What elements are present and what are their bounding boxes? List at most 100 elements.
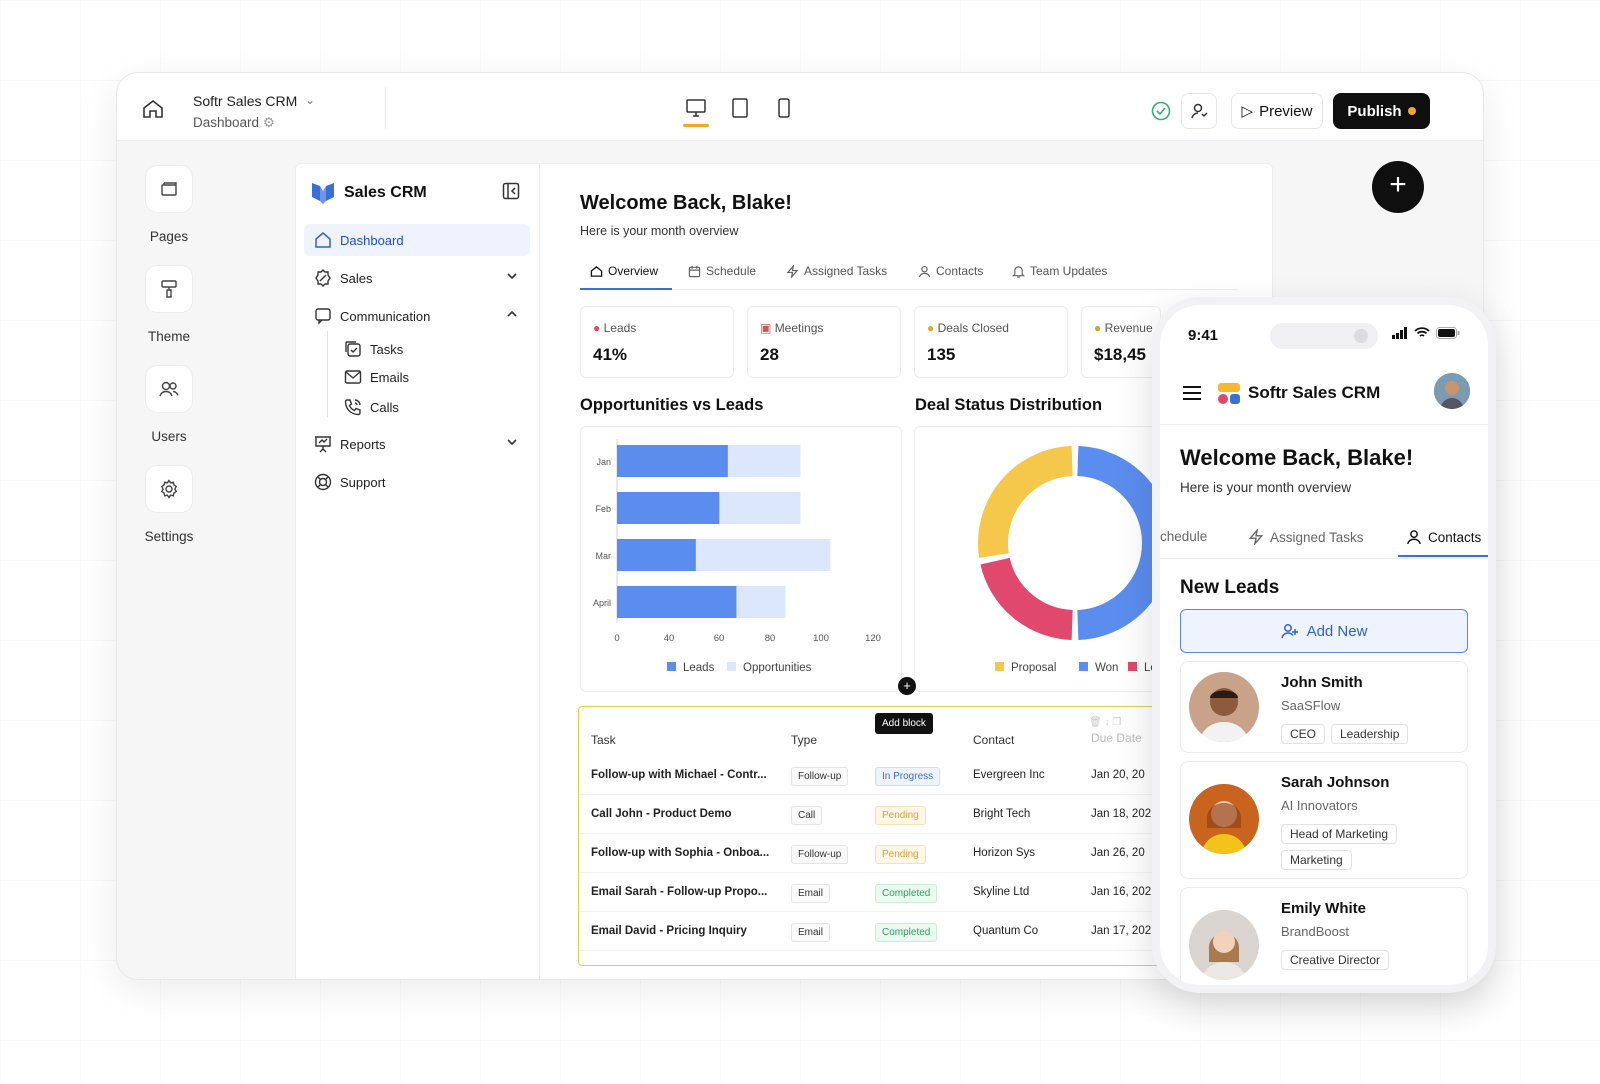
page-title: Welcome Back, Blake! bbox=[580, 192, 792, 214]
chevron-up-icon[interactable] bbox=[506, 308, 518, 323]
add-new-button[interactable]: Add New bbox=[1180, 609, 1468, 653]
gear-icon[interactable]: ⚙ bbox=[263, 115, 275, 130]
tab-label: chedule bbox=[1160, 529, 1208, 544]
avatar[interactable] bbox=[1434, 373, 1470, 409]
sidebar-item-label: Sales bbox=[340, 270, 373, 286]
sidebar-subitem-tasks[interactable]: Tasks bbox=[344, 340, 403, 358]
tab-team-updates[interactable]: Team Updates bbox=[1012, 264, 1107, 278]
contact-photo bbox=[1189, 910, 1259, 980]
home-icon[interactable] bbox=[141, 97, 165, 121]
tab-overview[interactable]: Overview bbox=[590, 264, 658, 278]
contact-cell: Horizon Sys bbox=[973, 847, 1035, 859]
due-date-cell: Jan 16, 202 bbox=[1091, 886, 1152, 898]
kpi-card-deals-closed[interactable]: ● Deals Closed 135 bbox=[914, 306, 1068, 378]
tick-label: 60 bbox=[714, 633, 725, 644]
sidebar-subitem-emails[interactable]: Emails bbox=[344, 369, 409, 385]
rail-label: Theme bbox=[147, 329, 191, 344]
rail-item-pages[interactable]: Pages bbox=[145, 165, 193, 244]
desktop-view-icon[interactable] bbox=[683, 95, 709, 121]
preview-button[interactable]: ▷ Preview bbox=[1231, 93, 1323, 129]
tab-label: Contacts bbox=[936, 264, 984, 278]
tab-assigned-tasks[interactable]: Assigned Tasks bbox=[786, 264, 887, 278]
kpi-card-leads[interactable]: ● Leads 41% bbox=[580, 306, 734, 378]
column-header[interactable]: Due Date bbox=[1091, 731, 1142, 745]
editor-topbar: Softr Sales CRM ⌄ Dashboard ⚙ ▷ Preview … bbox=[117, 73, 1483, 141]
kpi-label: Revenue bbox=[1104, 321, 1153, 335]
sidebar-subitem-calls[interactable]: Calls bbox=[344, 398, 399, 416]
tab-schedule[interactable]: Schedule bbox=[688, 264, 756, 278]
bar-opportunities bbox=[695, 539, 831, 571]
menu-icon[interactable] bbox=[1182, 385, 1202, 406]
mobile-view-icon[interactable] bbox=[771, 95, 797, 121]
legend-label: Won bbox=[1095, 662, 1118, 674]
pages-icon bbox=[145, 165, 193, 213]
block-tools-icons[interactable]: 🗑 ↓ ❐ bbox=[1089, 717, 1121, 728]
tab-assigned-tasks[interactable]: Assigned Tasks bbox=[1248, 529, 1364, 545]
lightning-icon bbox=[1248, 529, 1264, 545]
sidebar-item-label: Support bbox=[340, 474, 386, 490]
page-name[interactable]: Dashboard ⚙ bbox=[193, 115, 275, 131]
sidebar-item-dashboard[interactable]: Dashboard bbox=[304, 224, 530, 256]
user-icon bbox=[1407, 530, 1421, 545]
sidebar-item-communication[interactable]: Communication bbox=[304, 300, 530, 332]
target-icon: ● bbox=[593, 321, 601, 335]
kpi-card-revenue[interactable]: ● Revenue $18,45 bbox=[1081, 306, 1161, 378]
contact-tag: Marketing bbox=[1281, 850, 1352, 870]
add-block-plus-icon[interactable]: + bbox=[898, 677, 916, 695]
legend-swatch bbox=[1079, 662, 1088, 671]
task-cell: Email Sarah - Follow-up Propo... bbox=[591, 886, 768, 898]
chevron-down-icon[interactable] bbox=[506, 270, 518, 285]
opportunities-leads-chart: Jan Feb Mar April 0 40 60 80 100 120 Leads Opportun… bbox=[580, 426, 902, 692]
tab-schedule[interactable]: chedule bbox=[1160, 529, 1207, 544]
chart-title: Deal Status Distribution bbox=[915, 396, 1103, 414]
preview-label: Preview bbox=[1259, 102, 1313, 120]
kpi-label-row: ● Leads bbox=[593, 321, 636, 335]
rail-item-theme[interactable]: Theme bbox=[145, 265, 193, 344]
publish-button[interactable]: Publish bbox=[1333, 93, 1430, 129]
rail-item-users[interactable]: Users bbox=[145, 365, 193, 444]
contact-tag: Leadership bbox=[1331, 724, 1409, 744]
chevron-down-icon[interactable]: ⌄ bbox=[305, 93, 315, 107]
publish-label: Publish bbox=[1347, 102, 1402, 120]
contact-photo bbox=[1189, 784, 1259, 854]
tab-contacts[interactable]: Contacts bbox=[1406, 529, 1481, 545]
contact-card[interactable]: John Smith SaaSFlow CEO Leadership bbox=[1180, 661, 1468, 753]
sidebar-item-support[interactable]: Support bbox=[304, 466, 530, 498]
legend-label: Leads bbox=[683, 662, 715, 674]
sidebar-item-sales[interactable]: Sales bbox=[304, 262, 530, 294]
share-user-button[interactable] bbox=[1181, 93, 1217, 129]
brand[interactable]: Sales CRM bbox=[310, 180, 427, 206]
contact-card[interactable]: Emily White BrandBoost Creative Director bbox=[1180, 887, 1468, 985]
tick-label: Jan bbox=[596, 457, 611, 467]
sidebar-item-reports[interactable]: Reports bbox=[304, 428, 530, 460]
page-name-label: Dashboard bbox=[193, 115, 260, 130]
phone-call-icon bbox=[344, 399, 361, 416]
kpi-value: 28 bbox=[760, 345, 779, 364]
signal-icon bbox=[1392, 327, 1407, 339]
status-badge: Pending bbox=[875, 806, 926, 825]
contact-name: John Smith bbox=[1281, 674, 1363, 691]
task-cell: Call John - Product Demo bbox=[591, 808, 732, 820]
app-name[interactable]: Softr Sales CRM bbox=[193, 93, 297, 109]
column-header[interactable]: Type bbox=[791, 733, 817, 747]
slice-proposal bbox=[978, 446, 1074, 558]
tablet-view-icon[interactable] bbox=[727, 95, 753, 121]
add-block-tooltip: Add block bbox=[875, 713, 933, 734]
section-title: New Leads bbox=[1180, 577, 1280, 598]
add-fab-button[interactable]: + bbox=[1372, 161, 1424, 213]
brand-name: Sales CRM bbox=[344, 184, 427, 201]
contact-name: Emily White bbox=[1281, 900, 1367, 917]
contact-card[interactable]: Sarah Johnson AI Innovators Head of Mark… bbox=[1180, 761, 1468, 879]
add-new-label: Add New bbox=[1306, 622, 1368, 640]
column-header[interactable]: Task bbox=[591, 733, 616, 747]
rail-item-settings[interactable]: Settings bbox=[145, 465, 193, 544]
column-header[interactable]: Contact bbox=[973, 733, 1014, 747]
chevron-down-icon[interactable] bbox=[506, 436, 518, 451]
tab-contacts[interactable]: Contacts bbox=[918, 264, 983, 278]
tick-label: 80 bbox=[765, 633, 776, 644]
user-icon bbox=[1191, 103, 1208, 119]
collapse-sidebar-icon[interactable] bbox=[502, 182, 520, 205]
kpi-card-meetings[interactable]: ▣ Meetings 28 bbox=[747, 306, 901, 378]
presentation-chart-icon bbox=[315, 436, 331, 453]
tasks-icon bbox=[345, 341, 361, 357]
